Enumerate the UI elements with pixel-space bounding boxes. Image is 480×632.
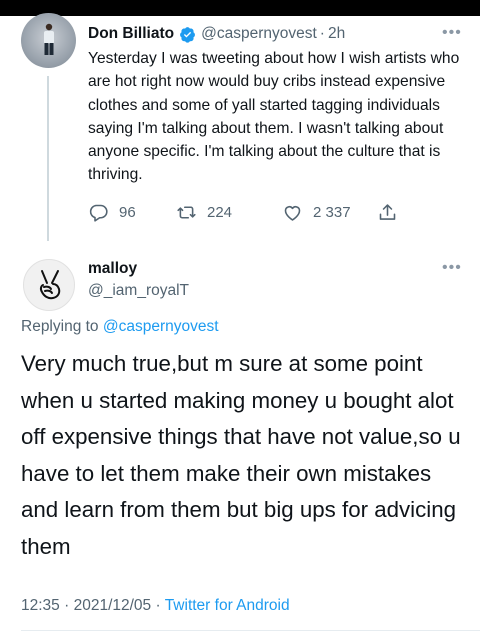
tweet-actions: 96 224 2 337 bbox=[88, 202, 418, 228]
replying-mention-link[interactable]: @caspernyovest bbox=[103, 318, 219, 335]
share-icon bbox=[379, 204, 396, 220]
replying-to: Replying to @caspernyovest bbox=[21, 318, 219, 336]
tweet-text: Yesterday I was tweeting about how I wis… bbox=[88, 50, 460, 184]
tweet-time[interactable]: 12:35 bbox=[21, 597, 60, 614]
like-count: 2 337 bbox=[313, 204, 351, 221]
thread-connector-line bbox=[47, 76, 49, 241]
status-bar bbox=[0, 0, 480, 16]
meta-separator: · bbox=[64, 597, 70, 614]
replying-prefix: Replying to bbox=[21, 318, 99, 335]
tweet-meta: 12:35 · 2021/12/05 · Twitter for Android bbox=[21, 597, 290, 615]
person-figure-icon bbox=[44, 23, 54, 55]
reply-handle[interactable]: @_iam_royalT bbox=[88, 282, 189, 300]
meta-separator-2: · bbox=[155, 597, 161, 614]
like-icon bbox=[284, 205, 301, 221]
share-button[interactable] bbox=[377, 202, 408, 223]
retweet-count: 224 bbox=[207, 204, 233, 221]
divider bbox=[21, 630, 480, 631]
handle[interactable]: @caspernyovest bbox=[201, 25, 317, 43]
verified-badge-icon bbox=[180, 26, 196, 43]
tweet-source-link[interactable]: Twitter for Android bbox=[165, 597, 290, 614]
reply-icon bbox=[89, 204, 108, 222]
retweet-button[interactable]: 224 bbox=[176, 202, 232, 223]
timestamp[interactable]: 2h bbox=[328, 25, 345, 43]
victory-hand-icon bbox=[39, 270, 61, 300]
reply-more-icon[interactable]: ••• bbox=[442, 259, 462, 277]
tweet-header: Don Billiato @caspernyovest · 2h bbox=[88, 25, 345, 43]
reply-tweet-text: Very much true,but m sure at some point … bbox=[21, 351, 461, 559]
reply-count: 96 bbox=[119, 204, 136, 221]
avatar-malloy[interactable] bbox=[23, 259, 75, 311]
tweet-date[interactable]: 2021/12/05 bbox=[74, 597, 152, 614]
retweet-icon bbox=[177, 206, 196, 219]
avatar-don-billiato[interactable] bbox=[21, 13, 76, 68]
more-icon[interactable]: ••• bbox=[442, 24, 462, 42]
separator-dot: · bbox=[319, 25, 325, 42]
reply-display-name[interactable]: malloy bbox=[88, 260, 137, 278]
like-button[interactable]: 2 337 bbox=[282, 202, 351, 223]
reply-button[interactable]: 96 bbox=[88, 202, 136, 223]
display-name[interactable]: Don Billiato bbox=[88, 25, 174, 43]
